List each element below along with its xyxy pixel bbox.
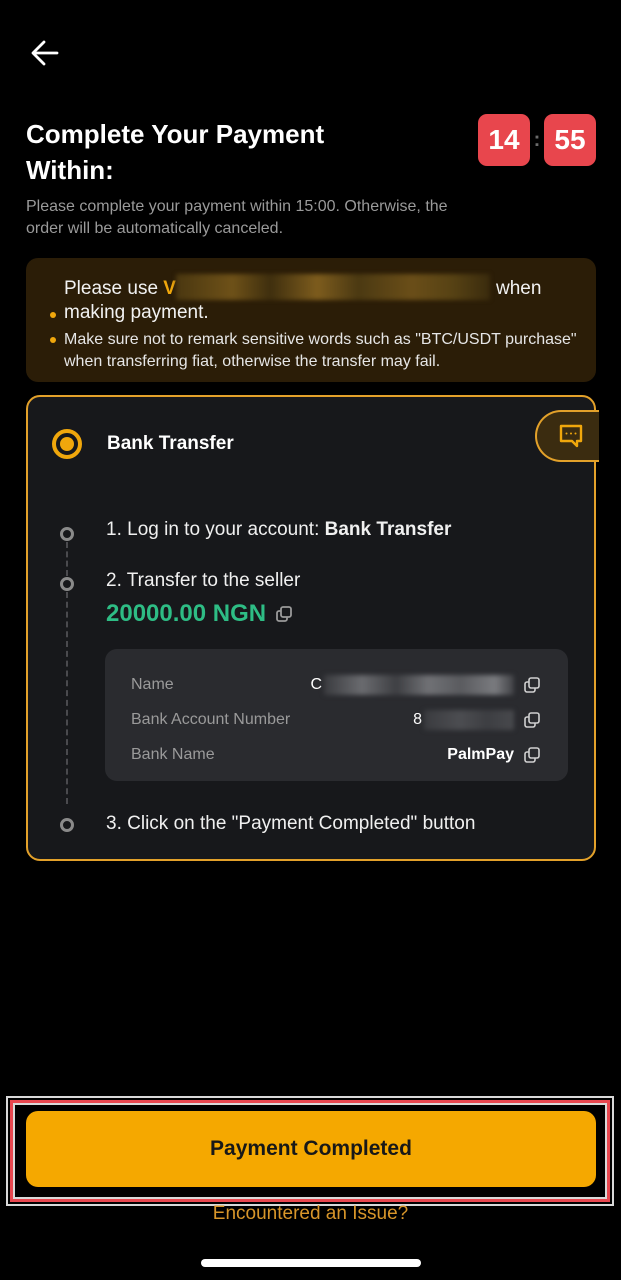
detail-label: Name bbox=[131, 675, 174, 693]
step-connector bbox=[66, 592, 68, 804]
step-2-marker bbox=[60, 577, 74, 591]
step-1-text: 1. Log in to your account: Bank Transfer bbox=[106, 519, 452, 540]
redacted-account-number bbox=[424, 709, 514, 730]
countdown-timer: 14 : 55 bbox=[478, 114, 596, 166]
payment-deadline-note: Please complete your payment within 15:0… bbox=[26, 198, 448, 237]
step-2-text: 2. Transfer to the seller bbox=[106, 570, 301, 591]
back-button[interactable] bbox=[28, 36, 62, 70]
detail-value: C bbox=[310, 674, 542, 695]
copy-icon bbox=[524, 711, 540, 728]
arrow-left-icon bbox=[31, 40, 59, 66]
detail-label: Bank Account Number bbox=[131, 710, 291, 728]
encountered-issue-link[interactable]: Encountered an Issue? bbox=[0, 1203, 621, 1225]
reference-name-highlight: V bbox=[163, 278, 176, 299]
step-3-marker bbox=[60, 818, 74, 832]
timer-minutes: 14 bbox=[478, 114, 530, 166]
timer-separator: : bbox=[533, 128, 541, 151]
transfer-amount: 20000.00 NGN bbox=[106, 600, 294, 628]
payment-notice: Please use Vwhen making payment. Make su… bbox=[26, 258, 596, 382]
copy-name-button[interactable] bbox=[522, 675, 542, 695]
copy-icon bbox=[276, 606, 293, 622]
copy-account-number-button[interactable] bbox=[522, 710, 542, 730]
bank-transfer-radio[interactable] bbox=[52, 429, 82, 459]
home-indicator[interactable] bbox=[201, 1259, 421, 1267]
redacted-name bbox=[324, 674, 514, 695]
payment-completed-button[interactable]: Payment Completed bbox=[26, 1111, 596, 1187]
timer-seconds: 55 bbox=[544, 114, 596, 166]
detail-row-bank-name: Bank Name PalmPay bbox=[131, 737, 542, 772]
notice-prefix: Please use bbox=[64, 278, 164, 299]
radio-selected-dot bbox=[60, 437, 74, 451]
notice-item-warning: Make sure not to remark sensitive words … bbox=[46, 329, 578, 373]
step-connector bbox=[66, 542, 68, 576]
chat-bubble-icon bbox=[559, 424, 583, 448]
detail-value: 8 bbox=[413, 709, 542, 730]
bullet-icon bbox=[50, 312, 56, 318]
copy-icon bbox=[524, 676, 540, 693]
notice-item-reference: Please use Vwhen making payment. bbox=[46, 274, 578, 325]
copy-icon bbox=[524, 746, 540, 763]
amount-value: 20000.00 NGN bbox=[106, 600, 267, 627]
step-3-text: 3. Click on the "Payment Completed" butt… bbox=[106, 813, 476, 834]
chat-button[interactable] bbox=[535, 410, 599, 462]
page-title: Complete Your Payment Within: bbox=[26, 119, 325, 185]
detail-label: Bank Name bbox=[131, 745, 215, 763]
seller-details: Name C Bank Account Number 8 Bank Name P… bbox=[105, 649, 568, 781]
payment-method-label: Bank Transfer bbox=[107, 433, 234, 454]
copy-bank-name-button[interactable] bbox=[522, 745, 542, 765]
bullet-icon bbox=[50, 337, 56, 343]
step-1-marker bbox=[60, 527, 74, 541]
detail-row-name: Name C bbox=[131, 667, 542, 702]
redacted-reference-name bbox=[175, 274, 490, 300]
notice-warning-text: Make sure not to remark sensitive words … bbox=[64, 331, 577, 370]
copy-amount-button[interactable] bbox=[274, 604, 294, 624]
detail-row-account-number: Bank Account Number 8 bbox=[131, 702, 542, 737]
detail-value: PalmPay bbox=[447, 745, 542, 765]
payment-method-card bbox=[26, 395, 596, 861]
